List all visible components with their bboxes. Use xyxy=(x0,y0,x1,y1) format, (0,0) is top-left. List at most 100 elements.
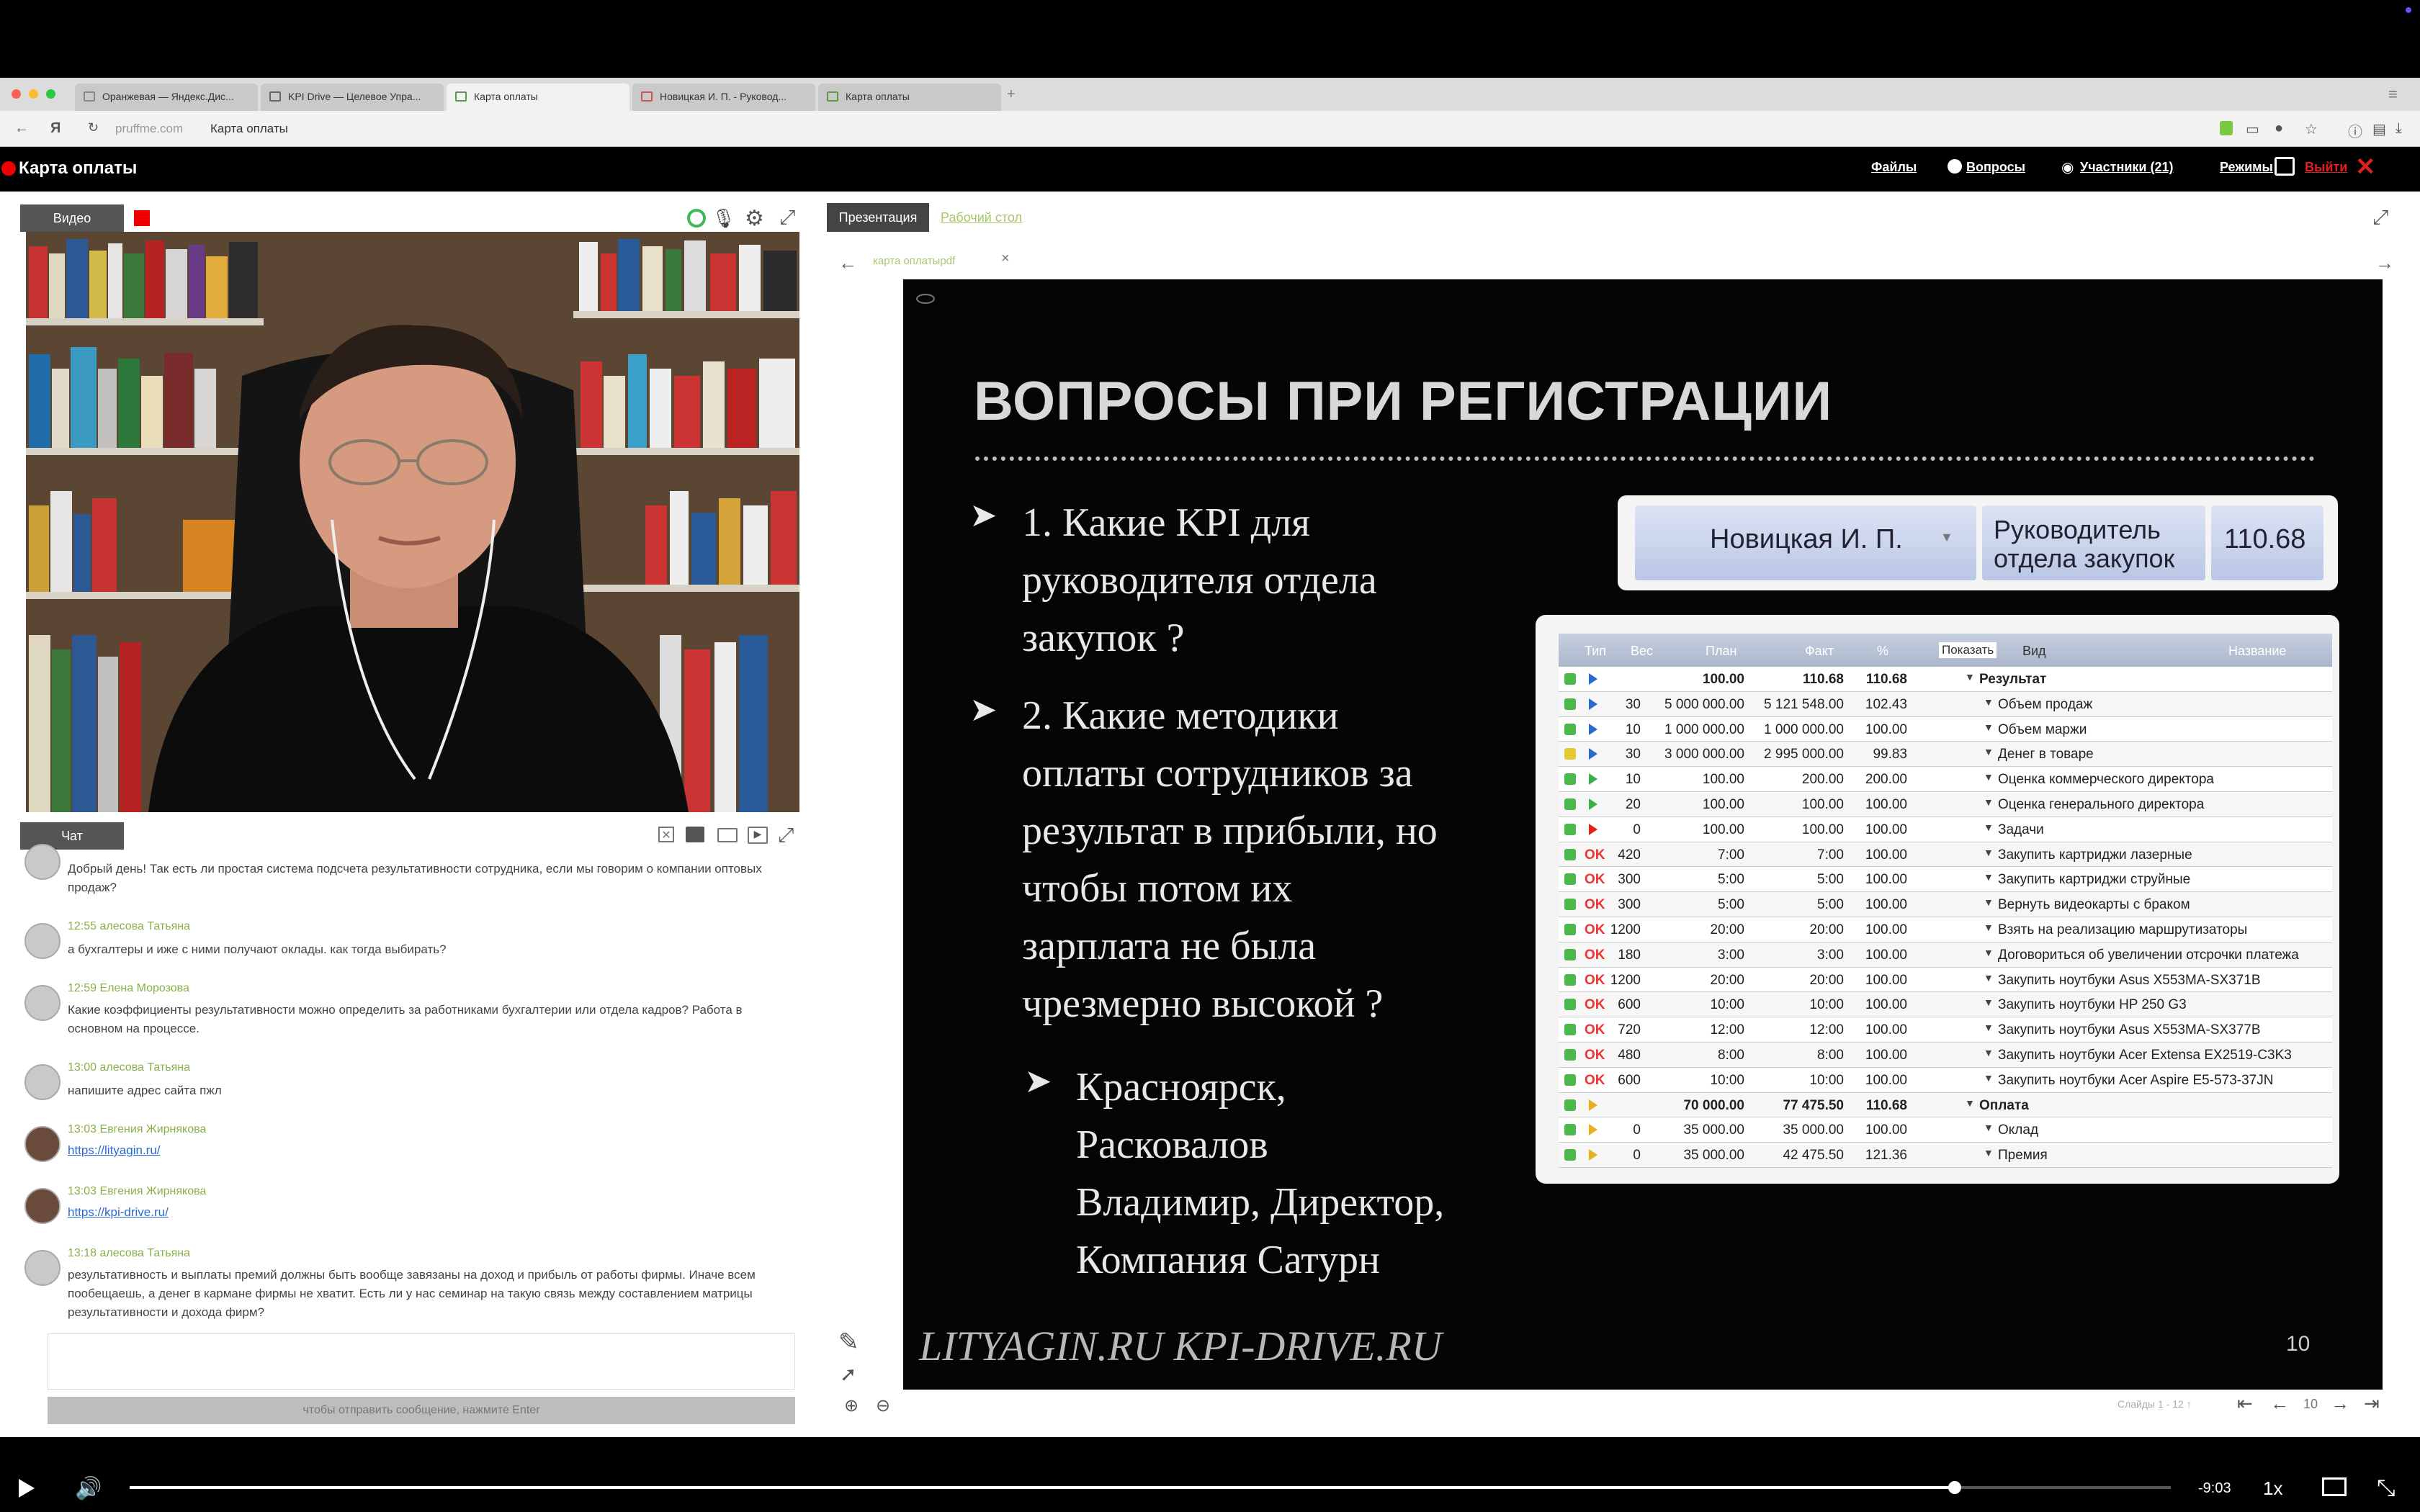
clear-chat-icon[interactable]: ✕ xyxy=(658,827,674,842)
plan-cell: 7:00 xyxy=(1718,847,1744,863)
reload-icon[interactable]: ↻ xyxy=(88,120,99,135)
exit-fullscreen-icon[interactable]: ⤡ xyxy=(2377,1475,2396,1502)
video-player-bar: 🔊 -9:03 1x ⤡ xyxy=(0,1463,2420,1512)
table-row[interactable]: 20 100.00 100.00 100.00 ▼ Оценка генерального… xyxy=(1559,792,2332,817)
download-icon[interactable]: ⤓ xyxy=(2396,120,2402,137)
bookmarks-icon[interactable]: ▤ xyxy=(2372,120,2386,138)
browser-tab-4[interactable]: Новицкая И. П. - Руковод... xyxy=(632,84,815,111)
table-row[interactable]: 0 35 000.00 35 000.00 100.00 ▼ Оклад xyxy=(1559,1117,2332,1143)
chat-message-link[interactable]: https://lityagin.ru/ xyxy=(68,1143,161,1158)
translate-icon[interactable]: ▭ xyxy=(2246,120,2259,138)
progress-knob[interactable] xyxy=(1948,1481,1961,1494)
chat-message-text: напишите адрес сайта пжл xyxy=(68,1084,222,1097)
table-row[interactable]: 30 3 000 000.00 2 995 000.00 99.83 ▼ Денег в … xyxy=(1559,742,2332,768)
questions-link[interactable]: Вопросы xyxy=(1966,160,2025,175)
prev-slide-icon[interactable]: ← xyxy=(2270,1392,2289,1415)
first-slide-icon[interactable]: ⇤ xyxy=(2237,1392,2253,1415)
zoom-out-icon[interactable]: ⊖ xyxy=(876,1395,890,1416)
table-row[interactable]: OK 1200 20:00 20:00 100.00 ▼ Закупить ноутбуки… xyxy=(1559,967,2332,993)
address-domain[interactable]: pruffme.com xyxy=(115,122,183,136)
table-row[interactable]: OK 420 7:00 7:00 100.00 ▼ Закупить картриджи л… xyxy=(1559,842,2332,868)
last-slide-icon[interactable]: ⇥ xyxy=(2364,1392,2380,1415)
stop-recording-icon[interactable] xyxy=(134,210,150,226)
zoom-in-icon[interactable]: ⊕ xyxy=(844,1395,859,1416)
play-icon[interactable]: ▶ xyxy=(748,827,768,844)
menu-icon[interactable]: ≡ xyxy=(2388,85,2398,104)
extension-icon[interactable]: ⓘ xyxy=(2348,120,2362,141)
close-icon[interactable]: ✕ xyxy=(2355,153,2376,181)
modes-link[interactable]: Режимы xyxy=(2220,160,2273,175)
chevron-down-icon: ▼ xyxy=(1984,846,1994,858)
browser-tab-3[interactable]: Карта оплаты xyxy=(447,84,629,111)
current-slide[interactable]: 10 xyxy=(2303,1397,2318,1412)
chat-message-link[interactable]: https://kpi-drive.ru/ xyxy=(68,1205,169,1220)
shield-icon[interactable]: ● xyxy=(2275,120,2283,137)
employee-name: Новицкая И. П. xyxy=(1710,524,1903,554)
chat-message-input[interactable] xyxy=(48,1333,795,1390)
percent-cell: 121.36 xyxy=(1865,1148,1907,1164)
files-link[interactable]: Файлы xyxy=(1871,160,1917,175)
browser-tab-2[interactable]: KPI Drive — Целевое Упра... xyxy=(261,84,444,111)
table-row[interactable]: OK 480 8:00 8:00 100.00 ▼ Закупить ноутбуки Ac… xyxy=(1559,1043,2332,1068)
export-icon[interactable] xyxy=(686,827,704,842)
address-title[interactable]: Карта оплаты xyxy=(210,122,288,136)
pointer-icon[interactable]: ➚ xyxy=(840,1362,856,1386)
mail-icon[interactable] xyxy=(717,828,738,842)
exit-link[interactable]: Выйти xyxy=(2305,160,2347,175)
back-arrow-icon[interactable]: ← xyxy=(14,120,29,137)
tab-presentation[interactable]: Презентация xyxy=(827,203,929,232)
table-row[interactable]: OK 300 5:00 5:00 100.00 ▼ Вернуть видеокарты с… xyxy=(1559,892,2332,917)
table-row[interactable]: OK 300 5:00 5:00 100.00 ▼ Закупить картриджи с… xyxy=(1559,867,2332,893)
table-row[interactable]: OK 600 10:00 10:00 100.00 ▼ Закупить ноутбуки … xyxy=(1559,1067,2332,1093)
maximize-window-button[interactable] xyxy=(46,89,55,99)
new-tab-icon[interactable]: + xyxy=(1007,86,1016,103)
close-window-button[interactable] xyxy=(12,89,21,99)
employee-name-box: Новицкая И. П. ▼ xyxy=(1635,505,1976,580)
table-row[interactable]: 100.00 110.68 110.68 ▼ Результат xyxy=(1559,667,2332,692)
participants-link[interactable]: Участники (21) xyxy=(2080,160,2174,175)
column-header-type: Тип xyxy=(1585,644,1607,658)
table-row[interactable]: 10 1 000 000.00 1 000 000.00 100.00 ▼ Объем м… xyxy=(1559,716,2332,742)
flag-icon xyxy=(1589,723,1597,735)
tab-video[interactable]: Видео xyxy=(20,204,124,232)
file-name[interactable]: карта оплатыpdf xyxy=(873,255,955,267)
expand-icon[interactable]: ⤢ xyxy=(779,206,795,230)
minimize-window-button[interactable] xyxy=(29,89,38,99)
browser-tab-5[interactable]: Карта оплаты xyxy=(818,84,1001,111)
gear-icon[interactable]: ⚙ xyxy=(745,206,764,231)
flag-icon xyxy=(1589,673,1597,685)
table-row[interactable]: 10 100.00 200.00 200.00 ▼ Оценка коммерческог… xyxy=(1559,767,2332,792)
volume-icon[interactable]: 🔊 xyxy=(75,1476,102,1501)
table-row[interactable]: OK 1200 20:00 20:00 100.00 ▼ Взять на реализац… xyxy=(1559,917,2332,942)
yandex-icon[interactable]: Я xyxy=(50,120,60,137)
tab-desktop[interactable]: Рабочий стол xyxy=(941,210,1022,225)
camera-icon[interactable] xyxy=(687,209,706,228)
play-icon[interactable] xyxy=(19,1479,35,1498)
table-row[interactable]: 0 100.00 100.00 100.00 ▼ Задачи xyxy=(1559,816,2332,842)
progress-track[interactable] xyxy=(130,1481,2171,1494)
fact-cell: 100.00 xyxy=(1801,822,1844,837)
browser-tab-1[interactable]: Оранжевая — Яндекс.Дис... xyxy=(75,84,258,111)
pencil-icon[interactable]: ✎ xyxy=(838,1328,859,1356)
forward-arrow-icon[interactable]: → xyxy=(2375,252,2394,274)
next-slide-icon[interactable]: → xyxy=(2331,1392,2349,1415)
star-icon[interactable]: ☆ xyxy=(2305,120,2318,138)
close-file-icon[interactable]: × xyxy=(1001,251,1010,267)
table-row[interactable]: 70 000.00 77 475.50 110.68 ▼ Оплата xyxy=(1559,1092,2332,1118)
table-row[interactable]: OK 180 3:00 3:00 100.00 ▼ Договориться об увел… xyxy=(1559,942,2332,968)
table-row[interactable]: OK 720 12:00 12:00 100.00 ▼ Закупить ноутбуки … xyxy=(1559,1017,2332,1043)
chat-send-hint[interactable]: чтобы отправить сообщение, нажмите Enter xyxy=(48,1397,795,1424)
table-row[interactable]: 30 5 000 000.00 5 121 548.00 102.43 ▼ Объем п… xyxy=(1559,691,2332,717)
question-2-line-5: зарплата не была xyxy=(1022,924,1317,968)
microphone-icon[interactable]: 🎙 xyxy=(712,207,735,230)
lock-icon[interactable] xyxy=(2220,121,2233,135)
fullscreen-icon[interactable] xyxy=(2275,157,2295,176)
picture-in-picture-icon[interactable] xyxy=(2322,1477,2347,1496)
expand-icon[interactable]: ⤢ xyxy=(2372,206,2388,230)
table-row[interactable]: OK 600 10:00 10:00 100.00 ▼ Закупить ноутбуки … xyxy=(1559,992,2332,1018)
table-row[interactable]: 0 35 000.00 42 475.50 121.36 ▼ Премия xyxy=(1559,1143,2332,1168)
webcam-video[interactable] xyxy=(26,232,799,812)
expand-icon[interactable]: ⤢ xyxy=(778,824,794,847)
playback-speed[interactable]: 1x xyxy=(2263,1477,2282,1500)
back-arrow-icon[interactable]: ← xyxy=(838,252,857,274)
